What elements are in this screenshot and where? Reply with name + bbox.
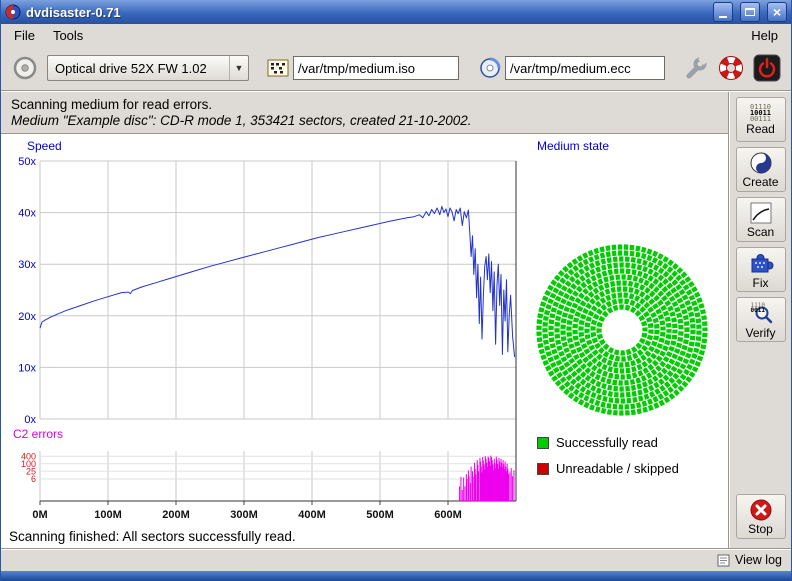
- optical-drive-icon: [11, 54, 39, 82]
- menu-tools[interactable]: Tools: [44, 26, 92, 45]
- menu-bar: File Tools Help: [1, 24, 791, 46]
- view-log-label: View log: [735, 553, 782, 567]
- fix-button-label: Fix: [753, 277, 769, 290]
- fix-button[interactable]: Fix: [736, 247, 786, 292]
- read-button-label: Read: [746, 123, 775, 136]
- read-button[interactable]: 01110 10011 00111 Read: [736, 97, 786, 142]
- binary-icon: 01110 10011 00111: [750, 104, 771, 122]
- create-button-label: Create: [742, 176, 778, 189]
- svg-text:40x: 40x: [18, 208, 36, 220]
- status-block: Scanning medium for read errors. Medium …: [1, 92, 728, 133]
- toolbar: Optical drive 52X FW 1.02 ▼: [1, 46, 791, 90]
- legend-label: Unreadable / skipped: [556, 461, 679, 476]
- verify-button[interactable]: 1110 0011 Verify: [736, 297, 786, 342]
- app-icon: [5, 4, 21, 20]
- drive-select-combo[interactable]: Optical drive 52X FW 1.02 ▼: [47, 55, 249, 81]
- stop-button-label: Stop: [748, 523, 773, 536]
- svg-text:30x: 30x: [18, 259, 36, 271]
- wrench-icon: [683, 55, 709, 81]
- preferences-button[interactable]: [683, 55, 709, 81]
- svg-text:400M: 400M: [298, 509, 326, 521]
- dvdisaster-window: dvdisaster-0.71 × File Tools Help Optica…: [0, 0, 792, 581]
- legend-green-swatch: [537, 437, 549, 449]
- minimize-button[interactable]: [713, 2, 733, 22]
- image-file-icon: [267, 57, 289, 79]
- svg-text:600M: 600M: [434, 509, 462, 521]
- scan-button[interactable]: Scan: [736, 197, 786, 242]
- scan-chart-area: 0M 100M 200M 300M 400M 500M 600M 0x 10x 20x 30x 40x…: [1, 135, 728, 527]
- close-button[interactable]: ×: [767, 2, 787, 22]
- svg-text:400: 400: [21, 451, 36, 461]
- drive-button[interactable]: [11, 54, 39, 82]
- medium-state-label: Medium state: [537, 139, 609, 153]
- quit-button[interactable]: [753, 54, 781, 82]
- ecc-file-icon: [479, 57, 501, 79]
- log-icon: [717, 554, 730, 567]
- window-titlebar[interactable]: dvdisaster-0.71 ×: [1, 0, 791, 24]
- c2-errors-label: C2 errors: [13, 427, 63, 441]
- svg-text:0M: 0M: [32, 509, 47, 521]
- stop-button[interactable]: Stop: [736, 494, 786, 539]
- medium-info-line: Medium "Example disc": CD-R mode 1, 3534…: [11, 113, 718, 129]
- stop-icon: [749, 498, 773, 522]
- svg-text:200M: 200M: [162, 509, 190, 521]
- speed-label: Speed: [27, 139, 62, 153]
- menu-help[interactable]: Help: [742, 26, 787, 45]
- chevron-down-icon: ▼: [229, 56, 248, 80]
- bottom-bar: View log: [1, 548, 791, 571]
- scan-graph-icon: [749, 201, 773, 225]
- maximize-button[interactable]: [740, 2, 760, 22]
- svg-text:300M: 300M: [230, 509, 258, 521]
- drive-select-value: Optical drive 52X FW 1.02: [48, 61, 229, 76]
- window-title: dvdisaster-0.71: [26, 5, 121, 20]
- status-line-1: Scanning medium for read errors.: [11, 97, 718, 113]
- verify-icon: 1110 0011: [747, 300, 775, 326]
- power-icon: [753, 54, 781, 82]
- scan-button-label: Scan: [747, 226, 774, 239]
- yin-yang-icon: [749, 151, 773, 175]
- svg-text:100M: 100M: [94, 509, 122, 521]
- create-button[interactable]: Create: [736, 147, 786, 192]
- verify-button-label: Verify: [745, 327, 775, 340]
- view-log-button[interactable]: View log: [717, 553, 782, 567]
- help-button[interactable]: [718, 55, 744, 81]
- ecc-file-input[interactable]: [505, 56, 665, 80]
- legend-unreadable: Unreadable / skipped: [537, 461, 679, 476]
- legend-red-swatch: [537, 463, 549, 475]
- lifebelt-icon: [718, 55, 744, 81]
- menu-file[interactable]: File: [5, 26, 44, 45]
- svg-text:500M: 500M: [366, 509, 394, 521]
- window-bottom-border: [1, 571, 791, 581]
- svg-text:50x: 50x: [18, 156, 36, 168]
- legend-successfully-read: Successfully read: [537, 435, 658, 450]
- legend-label: Successfully read: [556, 435, 658, 450]
- result-status-line: Scanning finished: All sectors successfu…: [1, 527, 728, 548]
- image-file-input[interactable]: [293, 56, 459, 80]
- svg-text:0x: 0x: [24, 414, 36, 426]
- puzzle-piece-icon: [747, 250, 775, 276]
- action-sidebar: 01110 10011 00111 Read Create: [729, 92, 791, 548]
- svg-text:20x: 20x: [18, 311, 36, 323]
- svg-text:10x: 10x: [18, 362, 36, 374]
